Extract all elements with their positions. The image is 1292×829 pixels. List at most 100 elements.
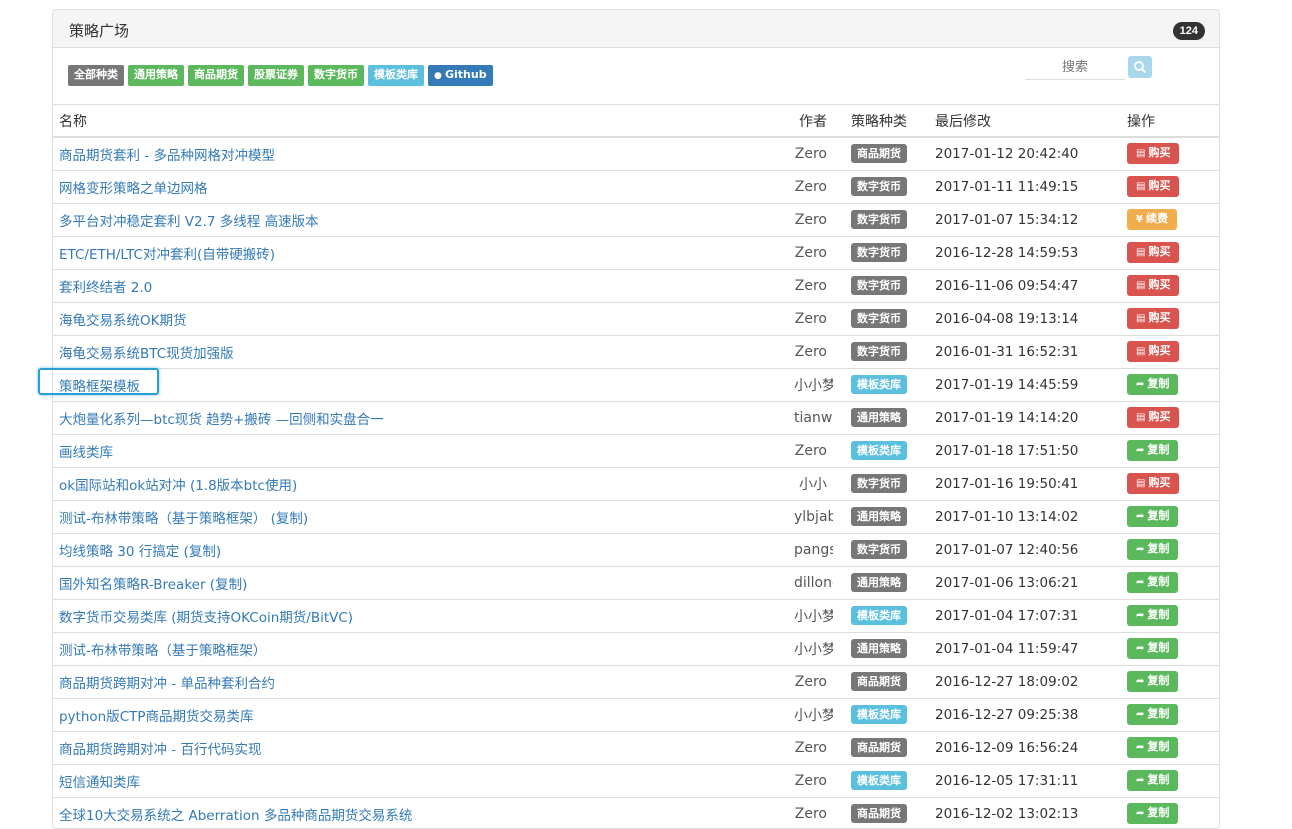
strategy-link[interactable]: ok国际站和ok站对冲 (1.8版本btc使用) — [59, 478, 297, 494]
strategy-link[interactable]: 数字货币交易类库 (期货支持OKCoin期货/BitVC) — [59, 610, 353, 626]
cell-category: 数字货币 — [833, 170, 915, 204]
strategy-link[interactable]: 套利终结者 2.0 — [59, 280, 152, 296]
table-row: python版CTP商品期货交易类库 小小梦 模板类库 2016-12-27 09:2… — [53, 698, 1219, 732]
cell-author: ylbjabc — [788, 500, 833, 534]
category-badge: 通用策略 — [851, 573, 907, 592]
cell-category: 数字货币 — [833, 203, 915, 237]
strategy-link[interactable]: 商品期货跨期对冲 - 百行代码实现 — [59, 742, 261, 758]
cell-action: ➦ 复制 — [1109, 533, 1219, 567]
action-button[interactable]: ➦ 复制 — [1127, 605, 1179, 626]
action-label: 购买 — [1148, 179, 1171, 192]
strategy-link[interactable]: ETC/ETH/LTC对冲套利(自带硬搬砖) — [59, 247, 275, 263]
action-button[interactable]: ➦ 复制 — [1127, 539, 1179, 560]
cell-action: ➦ 复制 — [1109, 434, 1219, 468]
header-category[interactable]: 策略种类 — [833, 105, 915, 138]
strategy-link[interactable]: 多平台对冲稳定套利 V2.7 多线程 高速版本 — [59, 214, 319, 230]
strategy-link[interactable]: 策略框架模板 — [59, 379, 140, 395]
strategy-link[interactable]: 商品期货跨期对冲 - 单品种套利合约 — [59, 676, 275, 692]
filter-button-3[interactable]: 股票证券 — [248, 65, 304, 86]
cell-author: Zero — [788, 731, 833, 765]
cell-category: 数字货币 — [833, 533, 915, 567]
action-label: 复制 — [1147, 740, 1170, 753]
action-button[interactable]: ➦ 复制 — [1127, 572, 1179, 593]
search-icon — [1134, 61, 1146, 73]
cell-name: 全球10大交易系统之 Aberration 多品种商品期货交易系统 — [53, 797, 788, 828]
cell-name: 短信通知类库 — [53, 764, 788, 798]
action-button[interactable]: ▤ 购买 — [1127, 143, 1180, 165]
filter-button-5[interactable]: 模板类库 — [368, 65, 424, 86]
search-button[interactable] — [1128, 56, 1152, 78]
action-button[interactable]: ▤ 购买 — [1127, 341, 1180, 362]
table-header-row: 名称 作者 策略种类 最后修改 操作 — [53, 105, 1219, 138]
strategy-link[interactable]: 画线类库 — [59, 445, 113, 461]
action-button[interactable]: ➦ 复制 — [1127, 671, 1179, 692]
header-author[interactable]: 作者 — [788, 105, 833, 138]
action-button[interactable]: ➦ 复制 — [1127, 803, 1179, 824]
cell-category: 通用策略 — [833, 566, 915, 600]
cell-author: 小小梦 — [788, 599, 833, 633]
cell-modified: 2017-01-12 20:42:40 — [915, 137, 1109, 171]
cell-author: Zero — [788, 764, 833, 798]
action-button[interactable]: ▤ 购买 — [1127, 176, 1180, 197]
strategy-link[interactable]: 海龟交易系统OK期货 — [59, 313, 186, 329]
action-button[interactable]: ¥ 续费 — [1127, 209, 1177, 230]
action-button[interactable]: ➦ 复制 — [1127, 737, 1179, 758]
table-row: 商品期货跨期对冲 - 单品种套利合约 Zero 商品期货 2016-12-27 18:… — [53, 665, 1219, 699]
cell-author: Zero — [788, 665, 833, 699]
filter-button-2[interactable]: 商品期货 — [188, 65, 244, 86]
filter-button-4[interactable]: 数字货币 — [308, 65, 364, 86]
strategy-link[interactable]: 海龟交易系统BTC现货加强版 — [59, 346, 234, 362]
share-icon: ➦ — [1136, 577, 1145, 588]
cell-author: Zero — [788, 170, 833, 204]
strategy-link[interactable]: 全球10大交易系统之 Aberration 多品种商品期货交易系统 — [59, 808, 412, 824]
action-button[interactable]: ▤ 购买 — [1127, 275, 1180, 296]
cell-category: 模板类库 — [833, 599, 915, 633]
strategy-link[interactable]: 测试-布林带策略（基于策略框架） (复制) — [59, 511, 308, 527]
header-name[interactable]: 名称 — [53, 105, 788, 138]
filter-button-0[interactable]: 全部种类 — [68, 65, 124, 86]
table-row: 多平台对冲稳定套利 V2.7 多线程 高速版本 Zero 数字货币 2017-01-0… — [53, 203, 1219, 237]
action-button[interactable]: ➦ 复制 — [1127, 440, 1179, 461]
strategy-link[interactable]: 均线策略 30 行搞定 (复制) — [59, 544, 221, 560]
action-button[interactable]: ➦ 复制 — [1127, 704, 1179, 725]
filter-label: Github — [445, 68, 487, 81]
share-icon: ➦ — [1136, 379, 1145, 390]
strategy-link[interactable]: 商品期货套利 - 多品种网格对冲模型 — [59, 148, 275, 164]
action-button[interactable]: ➦ 复制 — [1127, 638, 1179, 659]
filter-button-6[interactable]: ● Github — [428, 65, 493, 86]
category-badge: 模板类库 — [851, 375, 907, 394]
strategy-link[interactable]: 短信通知类库 — [59, 775, 140, 791]
strategy-link[interactable]: 测试-布林带策略（基于策略框架） — [59, 643, 266, 659]
filter-button-1[interactable]: 通用策略 — [128, 65, 184, 86]
cell-modified: 2016-04-08 19:13:14 — [915, 302, 1109, 336]
table-row: 海龟交易系统OK期货 Zero 数字货币 2016-04-08 19:13:14 ▤ 购买 — [53, 302, 1219, 336]
action-button[interactable]: ▤ 购买 — [1127, 407, 1180, 428]
action-button[interactable]: ➦ 复制 — [1127, 374, 1179, 395]
cell-action: ➦ 复制 — [1109, 368, 1219, 402]
action-label: 复制 — [1147, 575, 1170, 588]
strategy-link[interactable]: 网格变形策略之单边网格 — [59, 181, 208, 197]
table-row: ETC/ETH/LTC对冲套利(自带硬搬砖) Zero 数字货币 2016-12-28… — [53, 236, 1219, 270]
cell-modified: 2017-01-04 11:59:47 — [915, 632, 1109, 666]
action-button[interactable]: ▤ 购买 — [1127, 242, 1180, 263]
strategy-link[interactable]: 国外知名策略R-Breaker (复制) — [59, 577, 247, 593]
action-button[interactable]: ▤ 购买 — [1127, 308, 1180, 329]
search-input[interactable] — [1025, 55, 1125, 80]
table-row: 商品期货跨期对冲 - 百行代码实现 Zero 商品期货 2016-12-09 16:5… — [53, 731, 1219, 765]
header-modified[interactable]: 最后修改 — [915, 105, 1109, 138]
category-badge: 数字货币 — [851, 276, 907, 295]
share-icon: ➦ — [1136, 445, 1145, 456]
category-badge: 数字货币 — [851, 342, 907, 361]
cell-name: 海龟交易系统BTC现货加强版 — [53, 335, 788, 369]
action-button[interactable]: ➦ 复制 — [1127, 506, 1179, 527]
strategy-link[interactable]: 大炮量化系列—btc现货 趋势+搬砖 —回侧和实盘合一 — [59, 412, 384, 428]
filter-label: 通用策略 — [134, 68, 178, 81]
strategy-link[interactable]: python版CTP商品期货交易类库 — [59, 709, 254, 725]
action-button[interactable]: ▤ 购买 — [1127, 473, 1180, 494]
share-icon: ➦ — [1136, 775, 1145, 786]
cell-category: 数字货币 — [833, 302, 915, 336]
cell-category: 模板类库 — [833, 368, 915, 402]
table-row: 数字货币交易类库 (期货支持OKCoin期货/BitVC) 小小梦 模板类库 2017… — [53, 599, 1219, 633]
action-button[interactable]: ➦ 复制 — [1127, 770, 1179, 791]
cell-modified: 2016-12-27 18:09:02 — [915, 665, 1109, 699]
